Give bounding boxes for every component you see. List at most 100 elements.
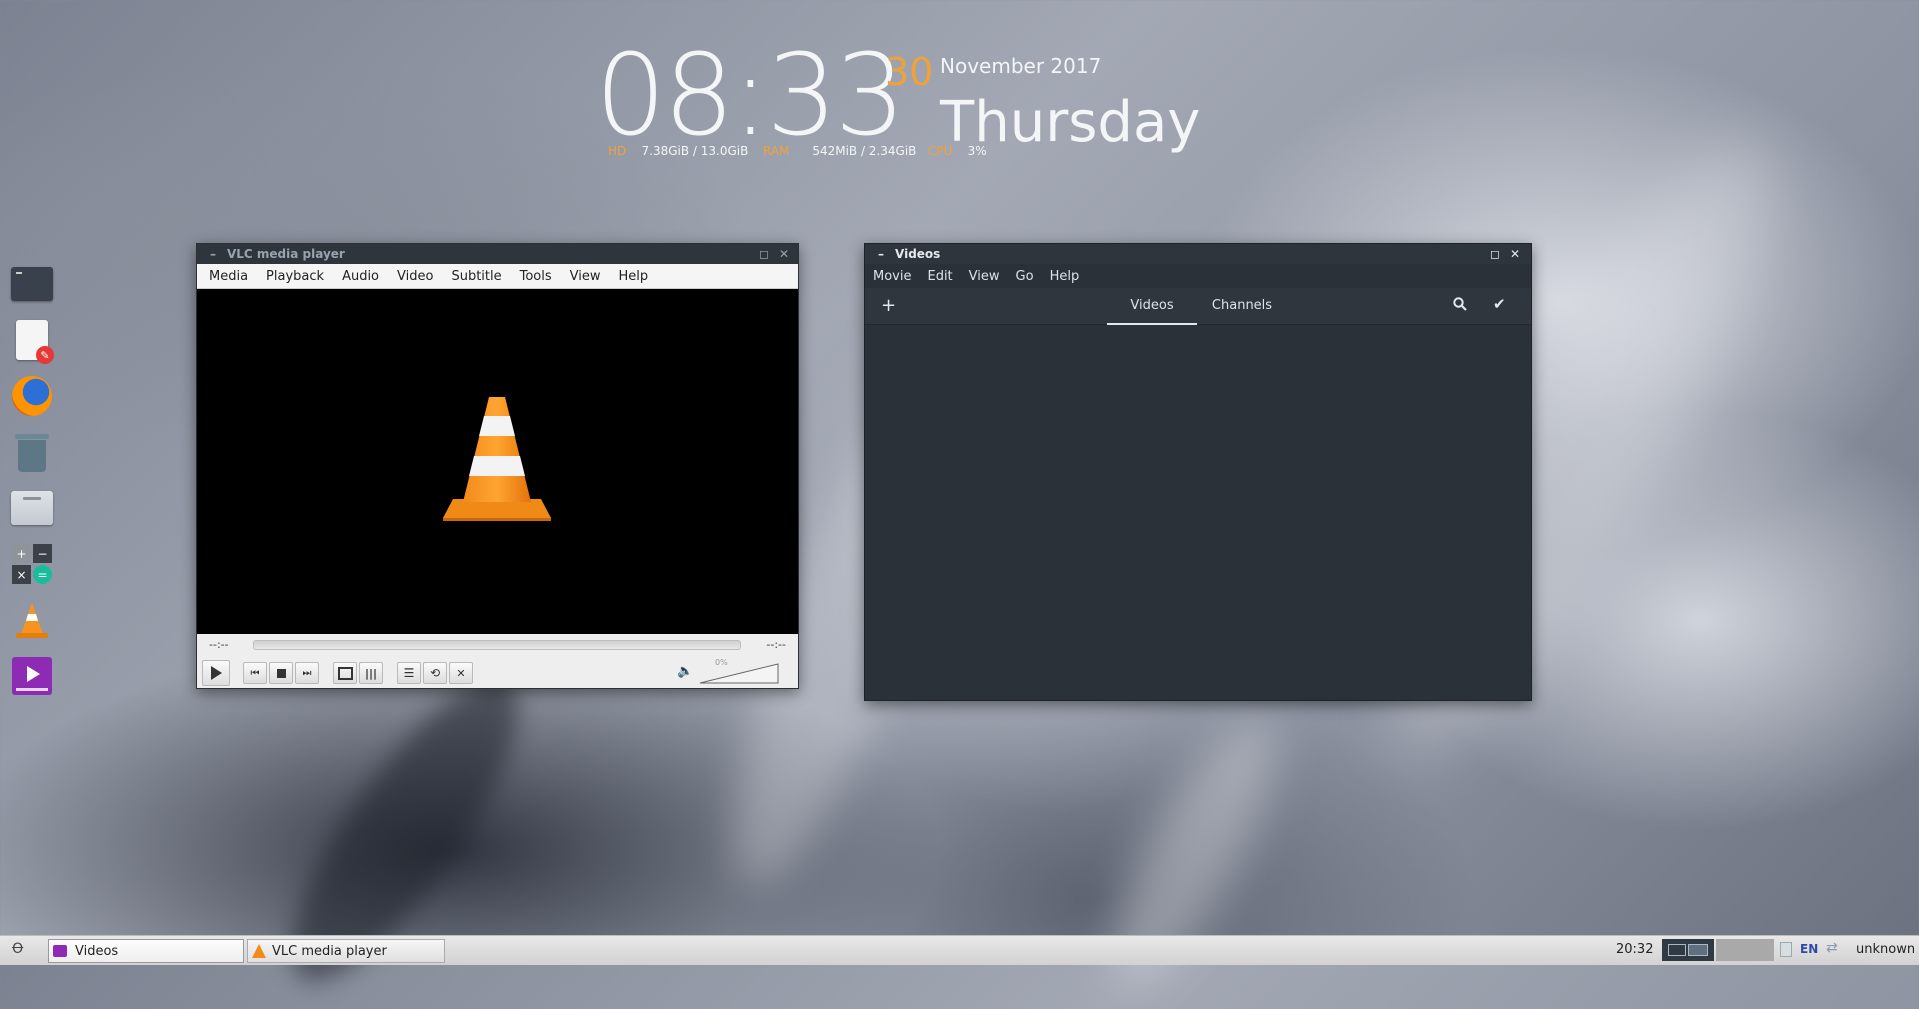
terminal-icon[interactable] bbox=[8, 260, 56, 308]
add-button[interactable]: + bbox=[881, 295, 896, 316]
videos-task-icon bbox=[53, 945, 67, 957]
conky-hd-label: HD bbox=[608, 144, 627, 158]
loop-icon: ⟲ bbox=[429, 666, 441, 680]
previous-button[interactable]: ⏮ bbox=[243, 662, 267, 684]
videos-titlebar[interactable]: – Videos ◻ ✕ bbox=[865, 244, 1531, 264]
skip-forward-icon: ⏭ bbox=[302, 667, 312, 679]
vlc-menubar: Media Playback Audio Video Subtitle Tool… bbox=[197, 264, 798, 289]
vlc-time-total: --:-- bbox=[766, 638, 786, 651]
maximize-icon[interactable]: ◻ bbox=[1485, 247, 1505, 261]
conky-hd-value: 7.38GiB / 13.0GiB bbox=[641, 144, 749, 158]
conky-ram-label: RAM bbox=[763, 144, 790, 158]
vlc-menu-media[interactable]: Media bbox=[197, 269, 257, 284]
network-icon[interactable]: ⇄ bbox=[1826, 940, 1838, 956]
fullscreen-icon bbox=[337, 666, 353, 680]
videos-menu-go[interactable]: Go bbox=[1008, 269, 1042, 284]
vlc-window-title: VLC media player bbox=[227, 247, 345, 261]
vlc-window: – VLC media player ◻ ✕ Media Playback Au… bbox=[196, 243, 799, 689]
vlc-titlebar[interactable]: – VLC media player ◻ ✕ bbox=[197, 244, 798, 264]
task-videos-label: Videos bbox=[75, 943, 119, 959]
vlc-cone-logo bbox=[443, 397, 551, 521]
tab-videos[interactable]: Videos bbox=[1107, 288, 1197, 325]
videos-menubar: Movie Edit View Go Help bbox=[865, 264, 1531, 288]
workspace-switcher[interactable] bbox=[1662, 939, 1774, 961]
conky-cpu-label: CPU bbox=[928, 144, 953, 158]
vlc-menu-help[interactable]: Help bbox=[610, 269, 658, 284]
videos-icon[interactable] bbox=[8, 652, 56, 700]
shuffle-button[interactable]: ✕ bbox=[449, 662, 473, 684]
task-vlc[interactable]: VLC media player bbox=[247, 939, 445, 963]
shuffle-icon: ✕ bbox=[456, 666, 466, 680]
firefox-icon[interactable] bbox=[8, 372, 56, 420]
task-videos[interactable]: Videos bbox=[48, 939, 244, 963]
tab-videos-label: Videos bbox=[1130, 298, 1174, 313]
workspace-1[interactable] bbox=[1662, 939, 1714, 961]
play-button[interactable] bbox=[202, 660, 230, 686]
playlist-icon: ☰ bbox=[403, 666, 415, 680]
app-menu-icon[interactable]: Ꝋ bbox=[12, 941, 23, 957]
skip-back-icon: ⏮ bbox=[250, 667, 260, 679]
maximize-icon[interactable]: ◻ bbox=[754, 247, 774, 261]
vlc-task-icon bbox=[252, 944, 266, 958]
vlc-menu-tools[interactable]: Tools bbox=[511, 269, 561, 284]
tab-channels-label: Channels bbox=[1211, 298, 1273, 313]
taskbar: Ꝋ Videos VLC media player 20:32 EN ⇄ unk… bbox=[0, 935, 1919, 965]
vlc-time-elapsed: --:-- bbox=[209, 638, 229, 651]
text-editor-icon[interactable]: ✎ bbox=[8, 316, 56, 364]
clipboard-icon[interactable] bbox=[1780, 942, 1792, 957]
vlc-seek-row: --:-- --:-- bbox=[197, 634, 798, 656]
vlc-video-area[interactable] bbox=[197, 289, 798, 634]
vlc-menu-video[interactable]: Video bbox=[388, 269, 442, 284]
next-button[interactable]: ⏭ bbox=[295, 662, 319, 684]
playlist-button[interactable]: ☰ bbox=[397, 662, 421, 684]
conky-month-year: November 2017 bbox=[940, 54, 1102, 78]
vlc-menu-subtitle[interactable]: Subtitle bbox=[442, 269, 510, 284]
user-name[interactable]: unknown bbox=[1856, 942, 1915, 957]
conky-cpu-value: 3% bbox=[967, 144, 987, 158]
videos-headerbar: + Videos Channels ✔ bbox=[865, 288, 1531, 325]
videos-window: – Videos ◻ ✕ Movie Edit View Go Help + V… bbox=[864, 243, 1532, 701]
speaker-icon[interactable]: 🔈 bbox=[677, 664, 693, 679]
conky-hd-stat: HD 7.38GiB / 13.0GiB bbox=[608, 144, 748, 158]
videos-menu-edit[interactable]: Edit bbox=[919, 269, 960, 284]
search-icon[interactable] bbox=[1453, 297, 1467, 311]
workspace-window-thumb bbox=[1688, 944, 1708, 956]
vlc-controls: ⏮ ⏭ ||| ☰ ⟲ ✕ 🔈 0% bbox=[197, 656, 798, 688]
vlc-menu-playback[interactable]: Playback bbox=[257, 269, 333, 284]
close-icon[interactable]: ✕ bbox=[774, 247, 794, 261]
minimize-icon[interactable]: – bbox=[203, 247, 223, 261]
equalizer-icon: ||| bbox=[364, 666, 378, 680]
minimize-icon[interactable]: – bbox=[871, 247, 891, 261]
conky-ram-value: 542MiB / 2.34GiB bbox=[812, 144, 917, 158]
videos-menu-help[interactable]: Help bbox=[1042, 269, 1088, 284]
conky-cpu-stat: CPU 3% bbox=[928, 144, 987, 158]
videos-menu-movie[interactable]: Movie bbox=[865, 269, 919, 284]
conky-time: 08:33 bbox=[595, 31, 906, 161]
vlc-menu-audio[interactable]: Audio bbox=[333, 269, 388, 284]
play-icon bbox=[210, 666, 222, 680]
file-manager-icon[interactable] bbox=[8, 484, 56, 532]
stop-button[interactable] bbox=[269, 662, 293, 684]
close-icon[interactable]: ✕ bbox=[1505, 247, 1525, 261]
extended-settings-button[interactable]: ||| bbox=[359, 662, 383, 684]
calculator-icon[interactable]: + − × = bbox=[8, 540, 56, 588]
loop-button[interactable]: ⟲ bbox=[423, 662, 447, 684]
videos-window-title: Videos bbox=[895, 247, 941, 261]
fullscreen-button[interactable] bbox=[333, 662, 357, 684]
taskbar-clock[interactable]: 20:32 bbox=[1616, 942, 1653, 957]
workspace-2[interactable] bbox=[1716, 939, 1774, 961]
stop-icon bbox=[276, 668, 286, 678]
vlc-icon[interactable] bbox=[8, 596, 56, 644]
select-checkmark-icon[interactable]: ✔ bbox=[1493, 295, 1506, 313]
vlc-seek-bar[interactable] bbox=[253, 640, 741, 650]
videos-menu-view[interactable]: View bbox=[961, 269, 1008, 284]
workspace-window-thumb bbox=[1668, 944, 1686, 956]
conky-ram-stat: RAM 542MiB / 2.34GiB bbox=[763, 144, 916, 158]
videos-content-area bbox=[865, 325, 1531, 700]
keyboard-layout[interactable]: EN bbox=[1800, 942, 1818, 956]
volume-slider[interactable]: 0% bbox=[699, 658, 779, 684]
tab-channels[interactable]: Channels bbox=[1197, 288, 1287, 323]
conky-day-number: 30 bbox=[885, 50, 934, 94]
vlc-menu-view[interactable]: View bbox=[561, 269, 610, 284]
trash-icon[interactable] bbox=[8, 428, 56, 476]
